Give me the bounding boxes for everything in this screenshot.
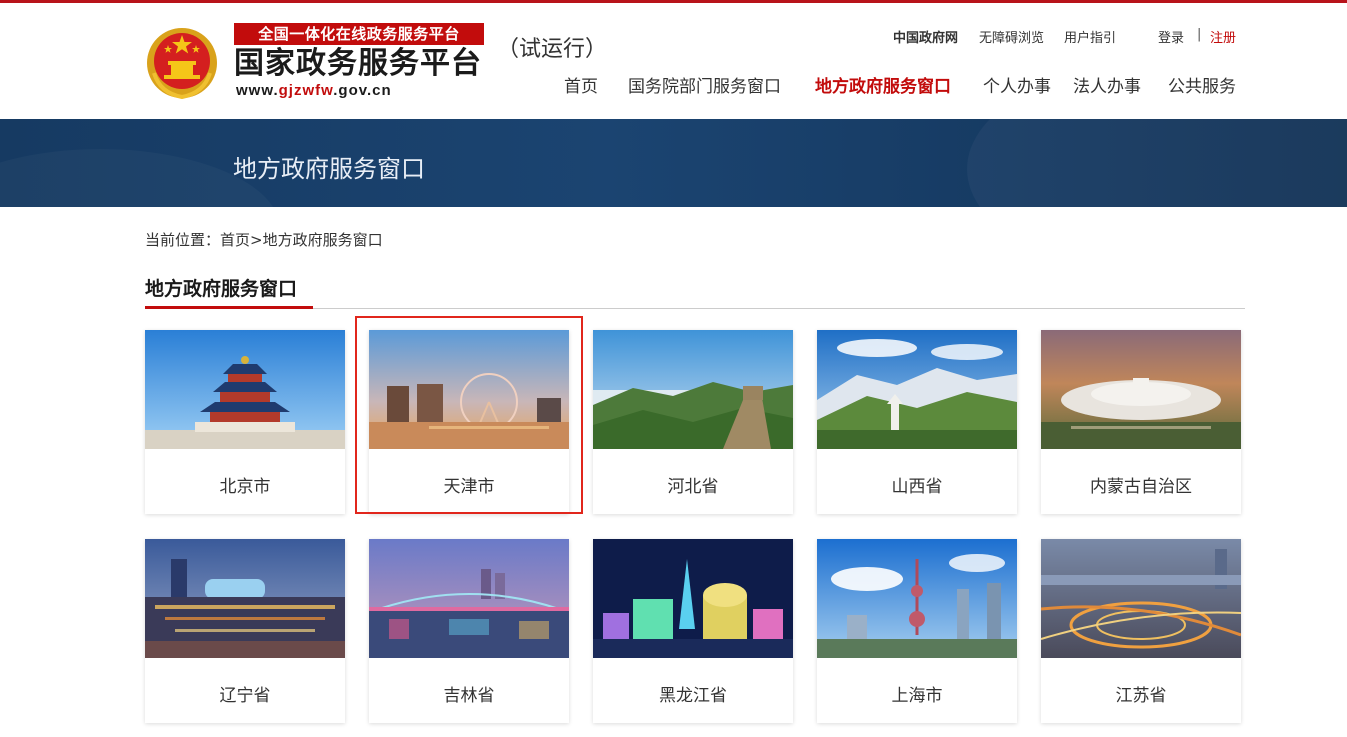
breadcrumb-separator: >: [250, 231, 263, 249]
nav-personal-affairs[interactable]: 个人办事: [983, 72, 1051, 97]
region-name: 黑龙江省: [659, 686, 727, 706]
region-name: 北京市: [219, 477, 271, 497]
region-name: 内蒙古自治区: [1090, 477, 1192, 497]
hebei-great-wall-photo: [593, 330, 793, 449]
login-link[interactable]: 登录: [1158, 27, 1184, 46]
region-name: 河北省: [667, 477, 719, 497]
region-name: 上海市: [891, 686, 943, 706]
region-card-jilin[interactable]: 吉林省: [369, 539, 569, 723]
region-card-shanghai[interactable]: 上海市: [817, 539, 1017, 723]
region-name: 山西省: [891, 477, 943, 497]
site-header: 全国一体化在线政务服务平台 国家政务服务平台 www.gjzwfw.gov.cn…: [0, 3, 1347, 119]
breadcrumb-home-link[interactable]: 首页: [220, 231, 250, 249]
liaoning-night-city-photo: [145, 539, 345, 658]
nav-public-services[interactable]: 公共服务: [1168, 72, 1236, 97]
region-card-heilongjiang[interactable]: 黑龙江省: [593, 539, 793, 723]
region-name: 辽宁省: [219, 686, 271, 706]
site-title[interactable]: 国家政务服务平台: [234, 47, 482, 81]
link-separator: |: [1197, 27, 1202, 42]
nav-local-government[interactable]: 地方政府服务窗口: [815, 72, 951, 97]
page-banner: 地方政府服务窗口: [0, 119, 1347, 207]
jiangsu-highway-interchange-photo: [1041, 539, 1241, 658]
section-title: 地方政府服务窗口: [145, 278, 298, 300]
heilongjiang-ice-festival-photo: [593, 539, 793, 658]
inner-mongolia-building-photo: [1041, 330, 1241, 449]
trial-run-label: （试运行）: [497, 37, 608, 62]
url-prefix: www.: [236, 82, 279, 99]
shanghai-skyline-photo: [817, 539, 1017, 658]
breadcrumb-current: 地方政府服务窗口: [262, 231, 383, 249]
national-emblem-icon[interactable]: [146, 25, 218, 101]
register-link[interactable]: 注册: [1210, 27, 1236, 46]
region-name: 江苏省: [1115, 686, 1167, 706]
user-guide-link[interactable]: 用户指引: [1064, 27, 1116, 46]
section-title-underline: [145, 306, 313, 309]
region-name: 吉林省: [443, 686, 495, 706]
nav-home[interactable]: 首页: [564, 72, 598, 97]
region-card-beijing[interactable]: 北京市: [145, 330, 345, 514]
breadcrumb-prefix: 当前位置：: [145, 231, 221, 249]
region-card-shanxi[interactable]: 山西省: [817, 330, 1017, 514]
shanxi-mountain-pagoda-photo: [817, 330, 1017, 449]
region-card-jiangsu[interactable]: 江苏省: [1041, 539, 1241, 723]
region-card-inner-mongolia[interactable]: 内蒙古自治区: [1041, 330, 1241, 514]
platform-slogan: 全国一体化在线政务服务平台: [234, 23, 484, 45]
site-url: www.gjzwfw.gov.cn: [236, 82, 392, 99]
banner-decoration: [967, 119, 1347, 207]
jilin-bridge-night-photo: [369, 539, 569, 658]
breadcrumb: 当前位置：首页>地方政府服务窗口: [145, 229, 383, 250]
gov-cn-link[interactable]: 中国政府网: [893, 27, 958, 46]
nav-legal-person-affairs[interactable]: 法人办事: [1073, 72, 1141, 97]
nav-state-council-departments[interactable]: 国务院部门服务窗口: [628, 72, 781, 97]
selected-region-highlight: [355, 316, 583, 514]
region-card-hebei[interactable]: 河北省: [593, 330, 793, 514]
region-card-liaoning[interactable]: 辽宁省: [145, 539, 345, 723]
beijing-temple-of-heaven-photo: [145, 330, 345, 449]
url-domain: gjzwfw: [278, 82, 334, 99]
accessible-browse-link[interactable]: 无障碍浏览: [979, 27, 1044, 46]
url-suffix: .gov.cn: [333, 82, 392, 99]
banner-title: 地方政府服务窗口: [233, 155, 425, 183]
